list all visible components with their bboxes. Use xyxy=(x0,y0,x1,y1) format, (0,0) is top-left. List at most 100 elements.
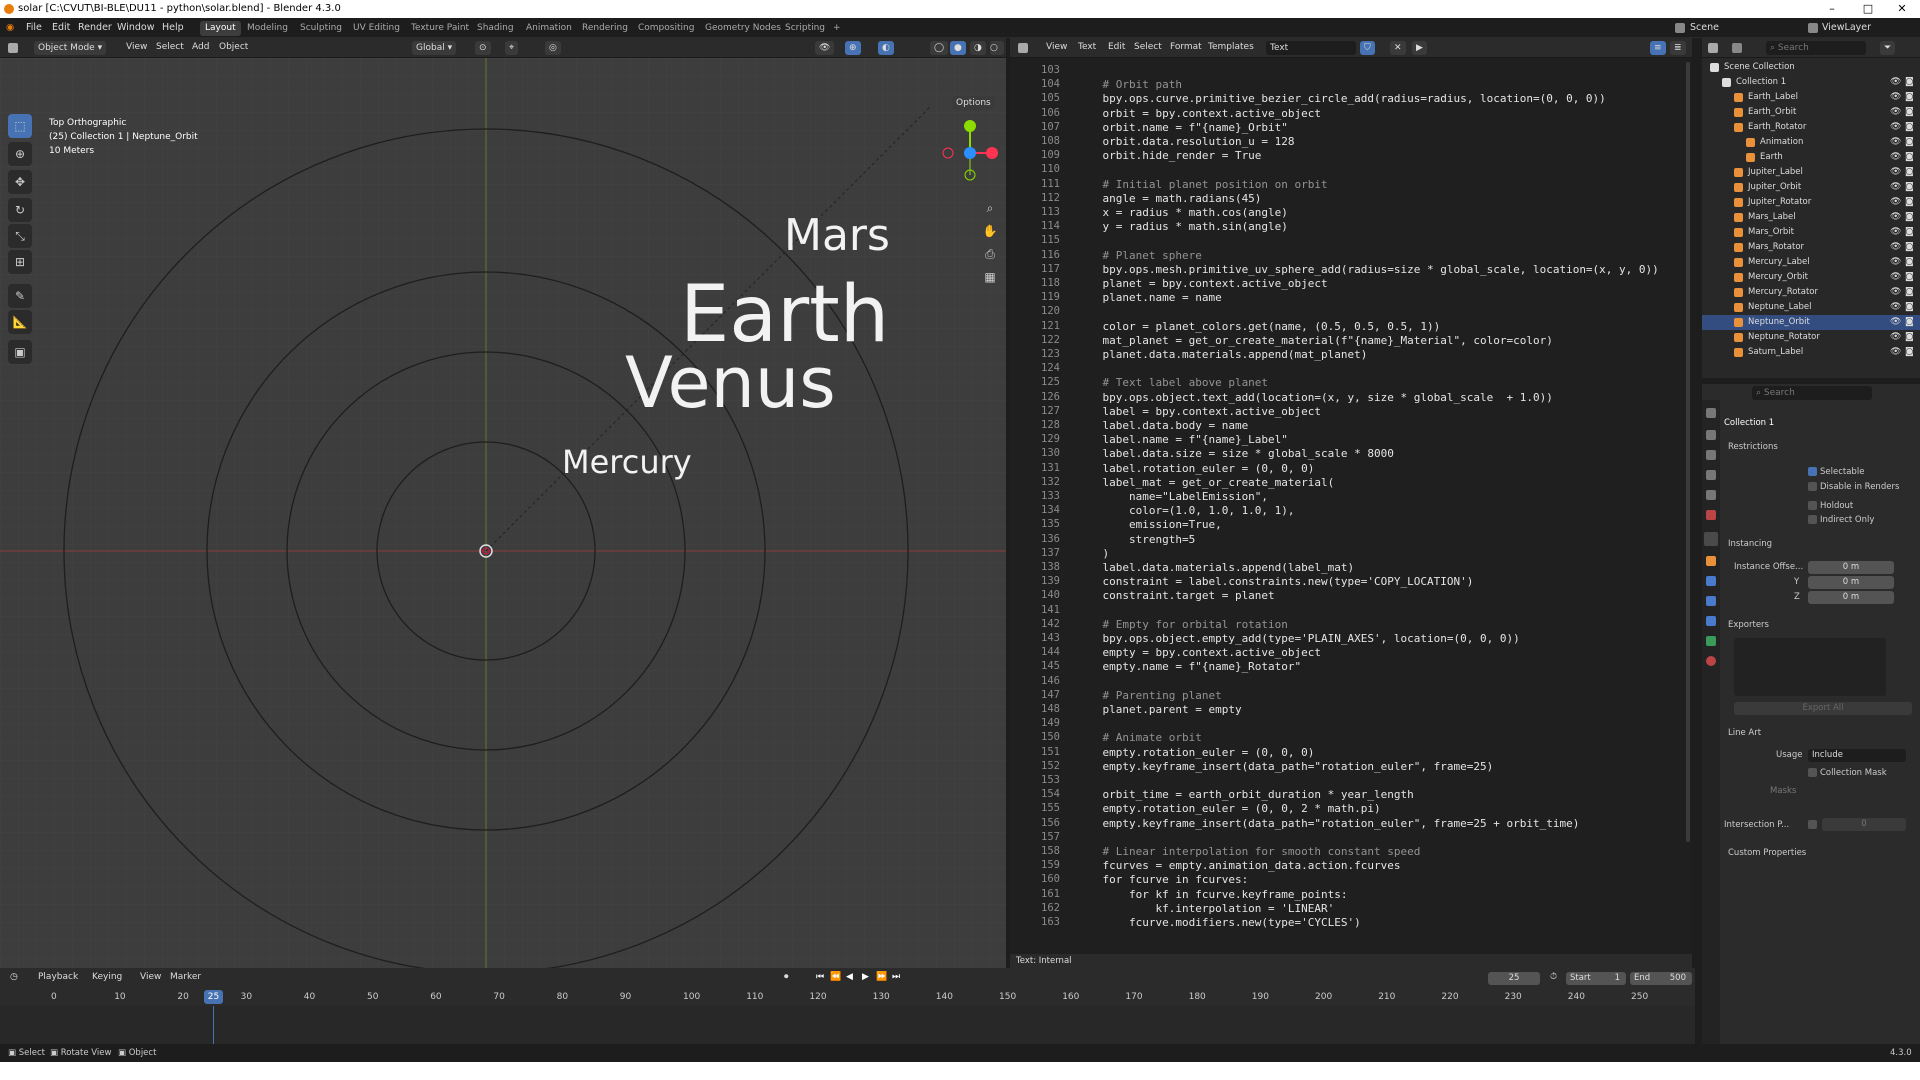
select-box-tool-icon[interactable]: ⬚ xyxy=(8,114,32,138)
visibility-eye-icon[interactable]: 👁 xyxy=(1890,210,1901,225)
jump-keyframe-forward-icon[interactable]: ⏩ xyxy=(876,972,887,982)
options-button[interactable]: Options xyxy=(952,96,995,110)
menu-file[interactable]: File xyxy=(26,22,42,33)
filter-icon[interactable]: ⏷ xyxy=(1880,41,1896,55)
code-line[interactable]: orbit = bpy.context.active_object xyxy=(1076,107,1321,120)
text-menu-templates[interactable]: Templates xyxy=(1208,42,1254,52)
render-camera-icon[interactable]: ◙ xyxy=(1905,75,1914,90)
mercury-label-text[interactable]: Mercury xyxy=(562,443,692,481)
editor-type-icon[interactable] xyxy=(8,43,18,53)
timeline-menu-playback[interactable]: Playback xyxy=(38,972,78,982)
mode-selector[interactable]: Object Mode ▾ xyxy=(34,41,107,55)
indirect-only-checkbox[interactable] xyxy=(1808,515,1817,524)
render-camera-icon[interactable]: ◙ xyxy=(1905,105,1914,120)
fake-user-icon[interactable]: ⛉ xyxy=(1360,41,1375,55)
data-tab-icon[interactable] xyxy=(1706,636,1716,646)
play-reverse-icon[interactable]: ◀ xyxy=(846,972,853,982)
code-line[interactable]: color = planet_colors.get(name, (0.5, 0.… xyxy=(1076,320,1440,333)
record-icon[interactable]: ⏺ xyxy=(784,972,789,982)
scene-selector[interactable]: Scene xyxy=(1690,22,1719,33)
transform-tool-icon[interactable]: ⊞ xyxy=(8,250,32,274)
visibility-eye-icon[interactable]: 👁 xyxy=(1890,90,1901,105)
code-line[interactable]: mat_planet = get_or_create_material(f"{n… xyxy=(1076,334,1552,347)
render-camera-icon[interactable]: ◙ xyxy=(1905,165,1914,180)
intersection-priority-checkbox[interactable] xyxy=(1808,820,1817,829)
viewport-menu-object[interactable]: Object xyxy=(219,42,248,52)
code-line[interactable]: bpy.ops.object.empty_add(type='PLAIN_AXE… xyxy=(1076,632,1519,645)
text-menu-edit[interactable]: Edit xyxy=(1108,42,1125,52)
code-line[interactable]: constraint = label.constraints.new(type=… xyxy=(1076,575,1473,588)
visibility-icon[interactable]: 👁 xyxy=(815,41,835,55)
close-window-button[interactable]: ✕ xyxy=(1880,0,1920,18)
timeline-menu-marker[interactable]: Marker xyxy=(170,972,201,982)
visibility-eye-icon[interactable]: 👁 xyxy=(1890,165,1901,180)
shading-wireframe-icon[interactable]: ◯ xyxy=(930,41,949,55)
render-camera-icon[interactable]: ◙ xyxy=(1905,120,1914,135)
code-line[interactable]: bpy.ops.object.text_add(location=(x, y, … xyxy=(1076,391,1552,404)
constraints-tab-icon[interactable] xyxy=(1706,616,1716,626)
outliner-item[interactable]: Animation 👁 ◙ xyxy=(1702,135,1920,150)
visibility-eye-icon[interactable]: 👁 xyxy=(1890,255,1901,270)
code-line[interactable]: x = radius * math.cos(angle) xyxy=(1076,206,1287,219)
jump-end-icon[interactable]: ⏭ xyxy=(892,972,900,982)
exporters-panel-header[interactable]: Exporters xyxy=(1728,620,1769,630)
outliner-item[interactable]: Jupiter_Orbit 👁 ◙ xyxy=(1702,180,1920,195)
3d-viewport[interactable]: Top Orthographic (25) Collection 1 | Nep… xyxy=(0,58,1006,984)
stopwatch-icon[interactable]: ⏱ xyxy=(1550,972,1557,982)
code-line[interactable]: # Initial planet position on orbit xyxy=(1076,178,1327,191)
text-menu-view[interactable]: View xyxy=(1046,42,1067,52)
scene-tab-icon[interactable] xyxy=(1706,490,1716,500)
custom-properties-panel-header[interactable]: Custom Properties xyxy=(1728,848,1806,858)
code-line[interactable]: label_mat = get_or_create_material( xyxy=(1076,476,1334,489)
outliner-type-icon[interactable] xyxy=(1708,43,1718,53)
render-camera-icon[interactable]: ◙ xyxy=(1905,90,1914,105)
run-script-icon[interactable]: ▶ xyxy=(1412,41,1427,55)
render-camera-icon[interactable]: ◙ xyxy=(1905,345,1914,360)
tab-rendering[interactable]: Rendering xyxy=(577,21,633,36)
jump-start-icon[interactable]: ⏮ xyxy=(816,972,824,982)
text-menu-select[interactable]: Select xyxy=(1134,42,1162,52)
gizmo-toggle-icon[interactable]: ⊕ xyxy=(845,41,861,55)
visibility-eye-icon[interactable]: 👁 xyxy=(1890,75,1901,90)
pan-hand-icon[interactable]: ✋ xyxy=(980,221,1000,241)
navigation-gizmo[interactable] xyxy=(935,118,1005,188)
render-camera-icon[interactable]: ◙ xyxy=(1905,240,1914,255)
outliner-item[interactable]: Mercury_Label 👁 ◙ xyxy=(1702,255,1920,270)
visibility-eye-icon[interactable]: 👁 xyxy=(1890,195,1901,210)
code-line[interactable]: emission=True, xyxy=(1076,518,1222,531)
line-numbers-icon[interactable]: ≡ xyxy=(1650,41,1666,55)
render-camera-icon[interactable]: ◙ xyxy=(1905,270,1914,285)
render-camera-icon[interactable]: ◙ xyxy=(1905,315,1914,330)
outliner[interactable]: Scene Collection Collection 1 👁 ◙ Earth_Labe… xyxy=(1702,58,1920,378)
render-camera-icon[interactable]: ◙ xyxy=(1905,225,1914,240)
end-frame-field[interactable]: End 500 xyxy=(1630,972,1692,985)
syntax-highlight-icon[interactable]: ≣ xyxy=(1670,41,1686,55)
view-layer-selector[interactable]: ViewLayer xyxy=(1822,22,1871,33)
code-line[interactable]: kf.interpolation = 'LINEAR' xyxy=(1076,902,1334,915)
outliner-item[interactable]: Neptune_Label 👁 ◙ xyxy=(1702,300,1920,315)
render-camera-icon[interactable]: ◙ xyxy=(1905,150,1914,165)
properties-editor[interactable]: ⌕ Search Collection 1 Restrictions Selec… xyxy=(1702,384,1920,1062)
outliner-item[interactable]: Mars_Rotator 👁 ◙ xyxy=(1702,240,1920,255)
selectable-checkbox[interactable] xyxy=(1808,467,1817,476)
visibility-eye-icon[interactable]: 👁 xyxy=(1890,315,1901,330)
view-layer-tab-icon[interactable] xyxy=(1706,470,1716,480)
proportional-edit-icon[interactable]: ◎ xyxy=(545,41,561,55)
move-tool-icon[interactable]: ✥ xyxy=(8,170,32,194)
blender-menu-icon[interactable]: ◉ xyxy=(6,22,14,33)
outliner-item[interactable]: Jupiter_Rotator 👁 ◙ xyxy=(1702,195,1920,210)
text-datablock-selector[interactable]: Text xyxy=(1266,41,1356,55)
outliner-item[interactable]: Jupiter_Label 👁 ◙ xyxy=(1702,165,1920,180)
code-line[interactable]: label.data.body = name xyxy=(1076,419,1248,432)
shading-material-icon[interactable]: ◑ xyxy=(970,41,986,55)
menu-render[interactable]: Render xyxy=(78,22,112,33)
tab-shading[interactable]: Shading xyxy=(472,21,519,36)
visibility-eye-icon[interactable]: 👁 xyxy=(1890,225,1901,240)
code-line[interactable]: orbit.name = f"{name}_Orbit" xyxy=(1076,121,1287,134)
viewport-menu-add[interactable]: Add xyxy=(192,42,209,52)
instance-offset-x-field[interactable]: 0 m xyxy=(1808,561,1894,574)
render-camera-icon[interactable]: ◙ xyxy=(1905,285,1914,300)
scale-tool-icon[interactable]: ⤡ xyxy=(8,224,32,248)
measure-tool-icon[interactable]: 📐 xyxy=(8,310,32,334)
code-line[interactable]: # Planet sphere xyxy=(1076,249,1201,262)
